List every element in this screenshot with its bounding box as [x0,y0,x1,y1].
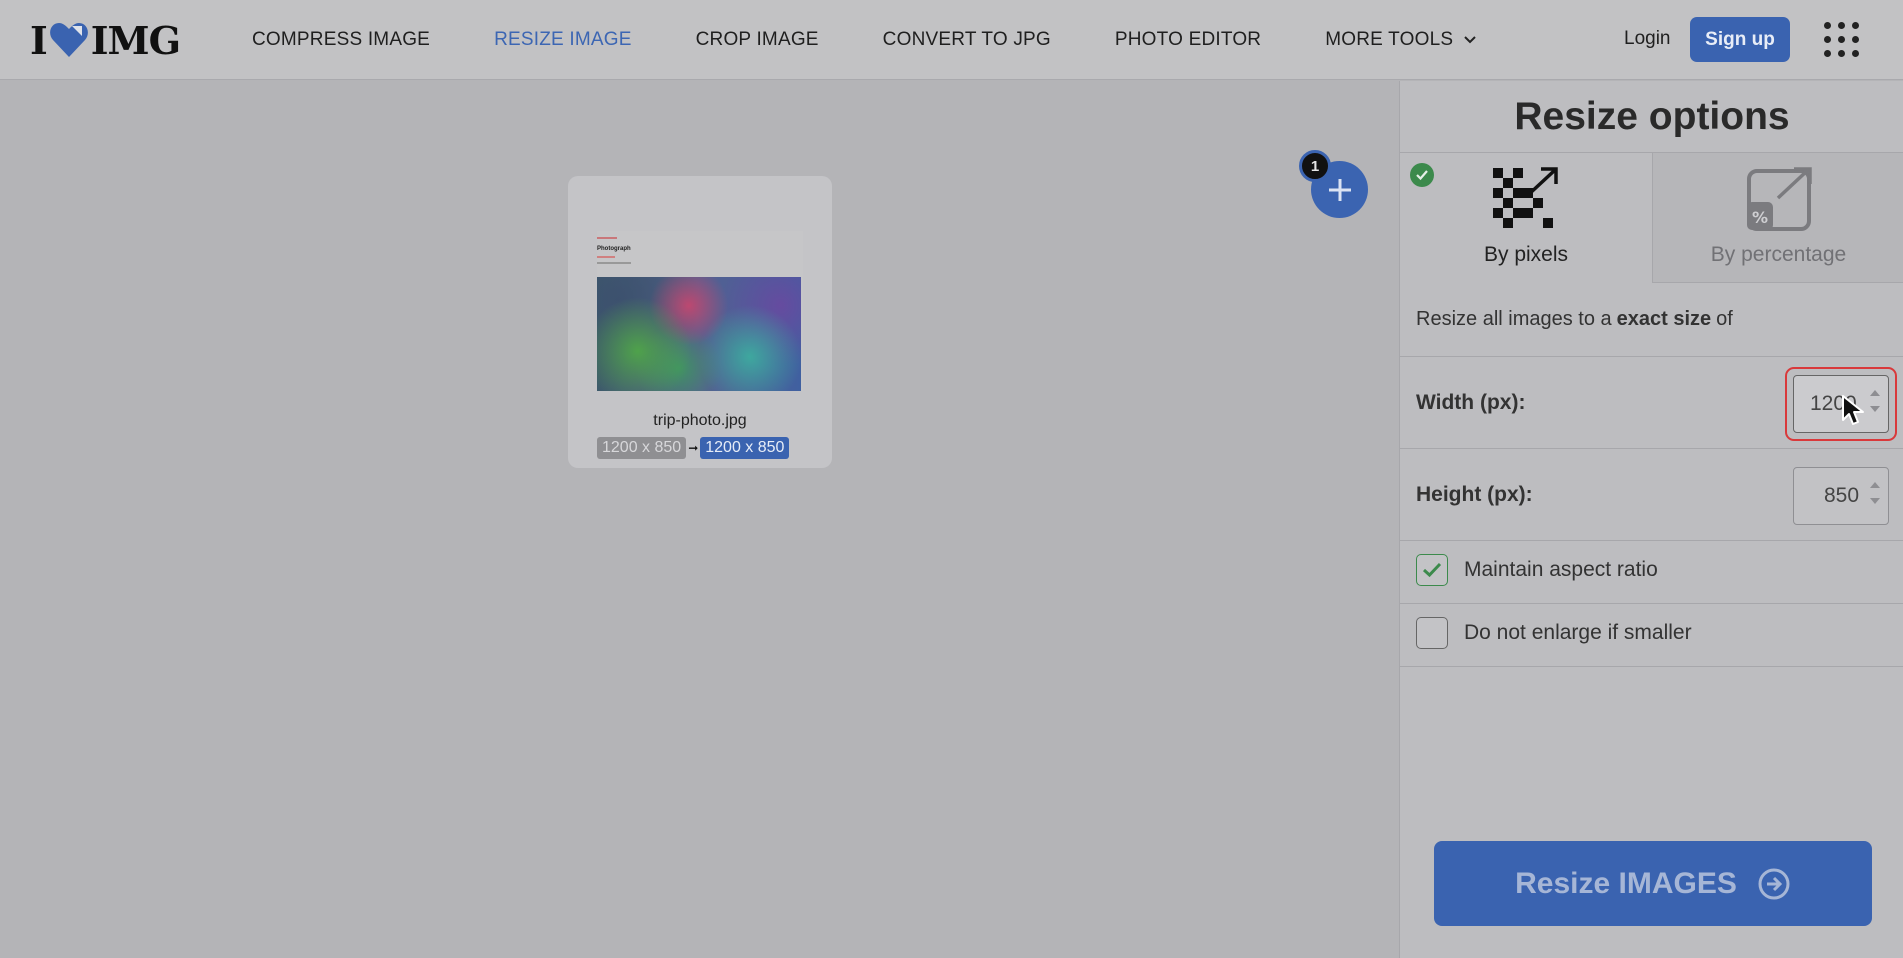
resize-images-label: Resize IMAGES [1515,866,1737,900]
width-spinner[interactable] [1870,390,1880,418]
nav-more-tools-label: MORE TOOLS [1325,29,1454,50]
height-input[interactable]: 850 [1793,467,1889,525]
selected-check-icon [1410,163,1434,187]
main-nav: COMPRESS IMAGE RESIZE IMAGE CROP IMAGE C… [252,0,1541,80]
tab-by-percentage[interactable]: % By percentage [1652,153,1903,283]
thumbnail-heading: Photograph [597,246,631,252]
no-enlarge-label[interactable]: Do not enlarge if smaller [1464,604,1692,662]
description-bold: exact size [1616,308,1712,330]
svg-text:%: % [1752,208,1768,227]
height-spinner[interactable] [1870,482,1880,510]
nav-convert-to-jpg[interactable]: CONVERT TO JPG [883,29,1051,51]
arrow-circle-right-icon [1758,868,1790,899]
description-tail: of [1716,308,1733,330]
tab-by-pixels[interactable]: By pixels [1400,153,1652,283]
resize-description: Resize all images to a exact size of [1400,283,1903,357]
nav-compress-image[interactable]: COMPRESS IMAGE [252,29,430,51]
height-label: Height (px): [1416,483,1533,506]
file-count-badge: 1 [1299,150,1331,182]
logo-text-left: I [30,17,48,63]
file-name: trip-photo.jpg [653,412,747,429]
percentage-resize-icon: % [1746,167,1812,231]
file-dimensions: 1200 x 850 ➞ 1200 x 850 [597,436,807,460]
thumbnail-image [597,277,801,391]
nav-resize-image[interactable]: RESIZE IMAGE [494,29,632,51]
maintain-aspect-checkbox[interactable] [1416,554,1448,586]
workspace: Photograph trip-photo.jpg 1200 x 850 ➞ 1… [0,81,1399,958]
nav-crop-image[interactable]: CROP IMAGE [696,29,819,51]
file-card[interactable]: Photograph trip-photo.jpg 1200 x 850 ➞ 1… [568,176,832,468]
tab-by-percentage-label: By percentage [1710,243,1847,266]
signup-button[interactable]: Sign up [1690,17,1790,62]
original-size-badge: 1200 x 850 [597,437,687,459]
arrow-right-icon: ➞ [688,441,699,455]
width-row: Width (px): 1200 [1400,357,1903,449]
no-enlarge-checkbox[interactable] [1416,617,1448,649]
top-header: I IMG COMPRESS IMAGE RESIZE IMAGE CROP I… [0,0,1903,80]
new-size-badge: 1200 x 850 [700,437,790,459]
maintain-aspect-row: Maintain aspect ratio [1400,541,1903,604]
logo-text-right: IMG [90,17,181,63]
description-text: Resize all images to a [1416,308,1612,330]
options-sidebar: Resize options By pixels % By percentage… [1399,81,1903,958]
no-enlarge-row: Do not enlarge if smaller [1400,604,1903,667]
resize-images-button[interactable]: Resize IMAGES [1434,841,1872,926]
tab-by-pixels-label: By pixels [1483,243,1569,266]
maintain-aspect-label[interactable]: Maintain aspect ratio [1464,541,1658,599]
mouse-cursor-icon [1842,395,1864,425]
plus-icon [1328,178,1351,201]
sidebar-title: Resize options [1400,81,1903,153]
logo[interactable]: I IMG [30,17,181,63]
height-value: 850 [1824,484,1860,507]
nav-more-tools[interactable]: MORE TOOLS [1325,29,1477,51]
height-row: Height (px): 850 [1400,449,1903,541]
nav-photo-editor[interactable]: PHOTO EDITOR [1115,29,1261,51]
login-link[interactable]: Login [1624,28,1671,50]
heart-icon [49,23,88,57]
checkmark-icon [1422,562,1442,578]
grid-icon[interactable] [1824,22,1860,58]
file-thumbnail: Photograph [597,231,803,391]
chevron-down-icon [1464,36,1476,44]
pixels-resize-icon [1493,167,1558,228]
width-label: Width (px): [1416,391,1526,414]
